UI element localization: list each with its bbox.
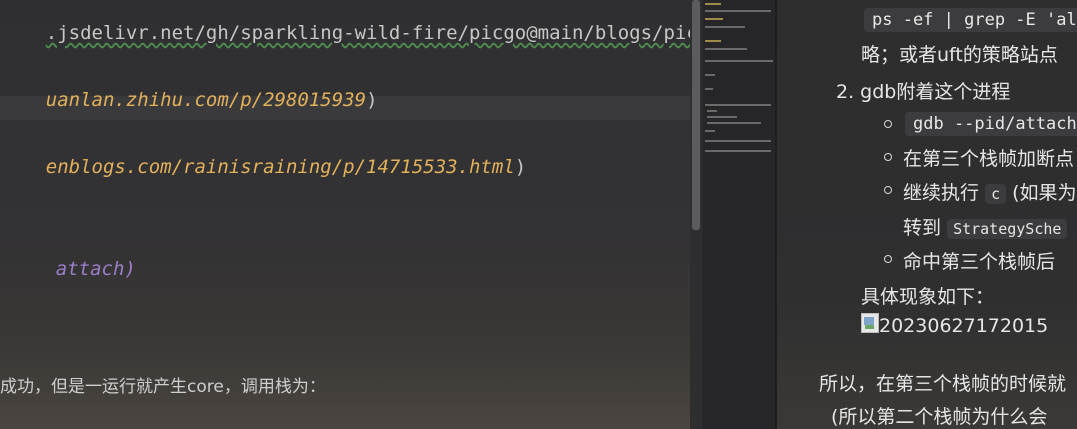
code-line-3[interactable]: enblogs.com/rainisraining/p/14715533.htm… (0, 134, 526, 200)
ps-command-code: ps -ef | grep -E 'al (864, 8, 1077, 32)
code-line-4[interactable]: attach) (10, 236, 136, 302)
attach-text: attach) (55, 258, 136, 280)
minimap[interactable] (703, 0, 775, 429)
image-alt-text: 20230627172015 (879, 315, 1049, 337)
code-line-2[interactable]: uanlan.zhihu.com/p/298015939) (0, 67, 378, 133)
zhihu-link[interactable]: uanlan.zhihu.com/p/298015939 (46, 89, 366, 111)
hit-frame-text: 命中第三个栈帧后 (903, 251, 1056, 273)
gdb-command-code: gdb --pid/attach (905, 112, 1077, 136)
list-item-2: 2. gdb附着这个进程 (836, 81, 1011, 103)
c-command-code: c (985, 184, 1007, 204)
strategy-text: 略；或者uft的策略站点 (861, 44, 1058, 66)
closing-paren: ) (514, 156, 527, 178)
editor-scrollbar-thumb[interactable] (692, 0, 700, 230)
continue-text: 继续执行 c (如果为 (903, 182, 1077, 204)
summary-line-2: (所以第二个栈帧为什么会 (831, 406, 1048, 428)
bullet-icon (884, 186, 892, 194)
summary-line-1: 所以，在第三个栈帧的时候就 (819, 373, 1067, 395)
bullet-icon (884, 120, 892, 128)
image-url-text[interactable]: .jsdelivr.net/gh/sparkling-wild-fire/pic… (46, 22, 700, 44)
breakpoint-text: 在第三个栈帧加断点 (903, 148, 1075, 170)
cnblogs-link[interactable]: enblogs.com/rainisraining/p/14715533.htm… (46, 156, 515, 178)
bullet-icon (884, 255, 892, 263)
broken-image-icon (861, 313, 879, 333)
markdown-preview: ps -ef | grep -E 'al 略；或者uft的策略站点 2. gdb… (777, 0, 1077, 429)
code-line-5[interactable]: 成功，但是一运行就产生core，调用栈为： (0, 372, 326, 397)
strategy-sche-text: 转到 StrategySche (903, 213, 1068, 240)
code-line-1[interactable]: .jsdelivr.net/gh/sparkling-wild-fire/pic… (0, 0, 700, 66)
closing-paren: ) (366, 89, 378, 111)
bullet-icon (884, 153, 892, 161)
phenomenon-text: 具体现象如下： (861, 286, 995, 308)
code-editor[interactable]: .jsdelivr.net/gh/sparkling-wild-fire/pic… (0, 0, 700, 429)
strategy-sche-code: StrategySche (947, 219, 1068, 239)
